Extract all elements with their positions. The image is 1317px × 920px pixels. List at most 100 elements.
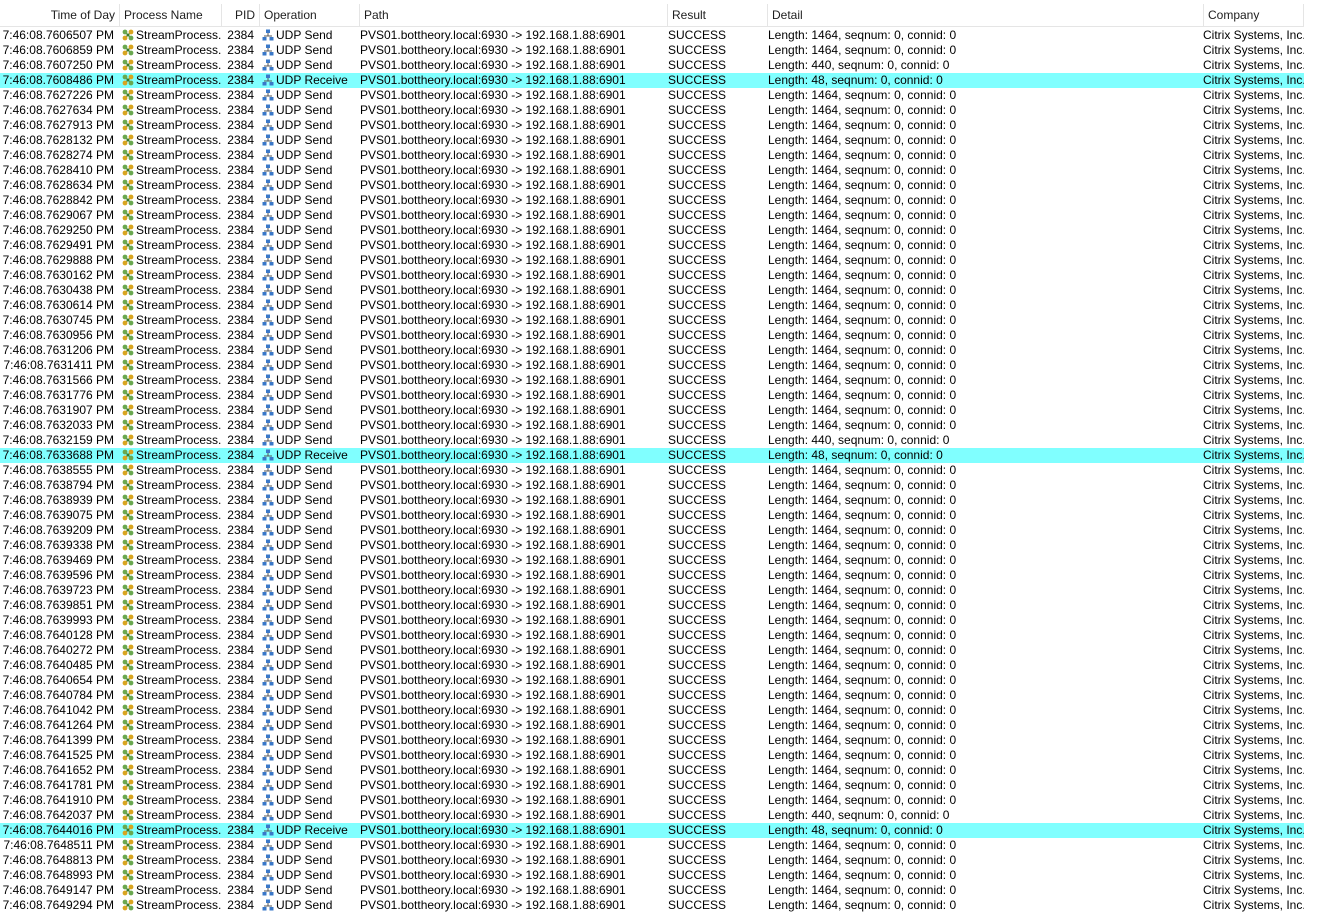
event-list[interactable]: 7:46:08.7606507 PM StreamProcess.... 238… (0, 28, 1317, 920)
detail-cell: Length: 1464, seqnum: 0, connid: 0 (768, 238, 957, 252)
column-header-time[interactable]: Time of Day (0, 4, 120, 26)
table-row[interactable]: 7:46:08.7630438 PM StreamProcess.... 238… (0, 283, 1304, 298)
process-name: StreamProcess.... (136, 253, 222, 267)
table-row[interactable]: 7:46:08.7639993 PM StreamProcess.... 238… (0, 613, 1304, 628)
table-row[interactable]: 7:46:08.7629250 PM StreamProcess.... 238… (0, 223, 1304, 238)
table-row[interactable]: 7:46:08.7606507 PM StreamProcess.... 238… (0, 28, 1304, 43)
table-row[interactable]: 7:46:08.7640485 PM StreamProcess.... 238… (0, 658, 1304, 673)
result-cell: SUCCESS (668, 253, 727, 267)
table-row[interactable]: 7:46:08.7633688 PM StreamProcess.... 238… (0, 448, 1304, 463)
table-row[interactable]: 7:46:08.7641042 PM StreamProcess.... 238… (0, 703, 1304, 718)
table-row[interactable]: 7:46:08.7639851 PM StreamProcess.... 238… (0, 598, 1304, 613)
operation-cell: UDP Send (260, 298, 360, 313)
table-row[interactable]: 7:46:08.7631566 PM StreamProcess.... 238… (0, 373, 1304, 388)
table-row[interactable]: 7:46:08.7628132 PM StreamProcess.... 238… (0, 133, 1304, 148)
table-row[interactable]: 7:46:08.7632159 PM StreamProcess.... 238… (0, 433, 1304, 448)
table-row[interactable]: 7:46:08.7631206 PM StreamProcess.... 238… (0, 343, 1304, 358)
table-row[interactable]: 7:46:08.7642037 PM StreamProcess.... 238… (0, 808, 1304, 823)
table-row[interactable]: 7:46:08.7641910 PM StreamProcess.... 238… (0, 793, 1304, 808)
network-icon (262, 704, 274, 716)
table-row[interactable]: 7:46:08.7628410 PM StreamProcess.... 238… (0, 163, 1304, 178)
result-cell: SUCCESS (668, 598, 727, 612)
table-row[interactable]: 7:46:08.7649147 PM StreamProcess.... 238… (0, 883, 1304, 898)
table-row[interactable]: 7:46:08.7631776 PM StreamProcess.... 238… (0, 388, 1304, 403)
table-row[interactable]: 7:46:08.7627634 PM StreamProcess.... 238… (0, 103, 1304, 118)
table-row[interactable]: 7:46:08.7641525 PM StreamProcess.... 238… (0, 748, 1304, 763)
table-row[interactable]: 7:46:08.7640784 PM StreamProcess.... 238… (0, 688, 1304, 703)
table-row[interactable]: 7:46:08.7640654 PM StreamProcess.... 238… (0, 673, 1304, 688)
table-row[interactable]: 7:46:08.7644016 PM StreamProcess.... 238… (0, 823, 1304, 838)
vertical-scrollbar[interactable] (1304, 4, 1317, 920)
network-icon (262, 689, 274, 701)
column-header-company[interactable]: Company (1204, 4, 1304, 26)
table-row[interactable]: 7:46:08.7641264 PM StreamProcess.... 238… (0, 718, 1304, 733)
table-row[interactable]: 7:46:08.7629888 PM StreamProcess.... 238… (0, 253, 1304, 268)
table-row[interactable]: 7:46:08.7627913 PM StreamProcess.... 238… (0, 118, 1304, 133)
table-row[interactable]: 7:46:08.7639075 PM StreamProcess.... 238… (0, 508, 1304, 523)
time-cell: 7:46:08.7639075 PM (2, 508, 114, 522)
table-row[interactable]: 7:46:08.7631907 PM StreamProcess.... 238… (0, 403, 1304, 418)
result-cell: SUCCESS (668, 793, 727, 807)
table-row[interactable]: 7:46:08.7629491 PM StreamProcess.... 238… (0, 238, 1304, 253)
operation-name: UDP Send (276, 418, 333, 432)
table-row[interactable]: 7:46:08.7640128 PM StreamProcess.... 238… (0, 628, 1304, 643)
table-row[interactable]: 7:46:08.7630745 PM StreamProcess.... 238… (0, 313, 1304, 328)
process-cell: StreamProcess.... (120, 493, 222, 508)
process-name: StreamProcess.... (136, 898, 222, 912)
table-row[interactable]: 7:46:08.7638794 PM StreamProcess.... 238… (0, 478, 1304, 493)
pid-cell: 2384 (227, 403, 254, 417)
table-row[interactable]: 7:46:08.7648511 PM StreamProcess.... 238… (0, 838, 1304, 853)
operation-name: UDP Send (276, 268, 333, 282)
process-name: StreamProcess.... (136, 853, 222, 867)
process-name: StreamProcess.... (136, 298, 222, 312)
company-cell: Citrix Systems, Inc. (1203, 388, 1304, 402)
table-row[interactable]: 7:46:08.7608486 PM StreamProcess.... 238… (0, 73, 1304, 88)
table-row[interactable]: 7:46:08.7630956 PM StreamProcess.... 238… (0, 328, 1304, 343)
table-row[interactable]: 7:46:08.7632033 PM StreamProcess.... 238… (0, 418, 1304, 433)
column-header-pid[interactable]: PID (222, 4, 260, 26)
table-row[interactable]: 7:46:08.7639596 PM StreamProcess.... 238… (0, 568, 1304, 583)
table-row[interactable]: 7:46:08.7641652 PM StreamProcess.... 238… (0, 763, 1304, 778)
table-row[interactable]: 7:46:08.7641781 PM StreamProcess.... 238… (0, 778, 1304, 793)
time-cell: 7:46:08.7628842 PM (2, 193, 114, 207)
table-row[interactable]: 7:46:08.7630162 PM StreamProcess.... 238… (0, 268, 1304, 283)
network-icon (262, 659, 274, 671)
time-cell: 7:46:08.7649294 PM (2, 898, 114, 912)
table-row[interactable]: 7:46:08.7628634 PM StreamProcess.... 238… (0, 178, 1304, 193)
table-row[interactable]: 7:46:08.7638939 PM StreamProcess.... 238… (0, 493, 1304, 508)
table-row[interactable]: 7:46:08.7606859 PM StreamProcess.... 238… (0, 43, 1304, 58)
table-row[interactable]: 7:46:08.7639209 PM StreamProcess.... 238… (0, 523, 1304, 538)
table-row[interactable]: 7:46:08.7628842 PM StreamProcess.... 238… (0, 193, 1304, 208)
operation-name: UDP Send (276, 583, 333, 597)
table-row[interactable]: 7:46:08.7638555 PM StreamProcess.... 238… (0, 463, 1304, 478)
pid-cell: 2384 (227, 523, 254, 537)
column-header-operation[interactable]: Operation (260, 4, 360, 26)
path-cell: PVS01.bottheory.local:6930 -> 192.168.1.… (360, 853, 626, 867)
table-row[interactable]: 7:46:08.7639338 PM StreamProcess.... 238… (0, 538, 1304, 553)
table-row[interactable]: 7:46:08.7630614 PM StreamProcess.... 238… (0, 298, 1304, 313)
table-row[interactable]: 7:46:08.7641399 PM StreamProcess.... 238… (0, 733, 1304, 748)
table-row[interactable]: 7:46:08.7627226 PM StreamProcess.... 238… (0, 88, 1304, 103)
process-cell: StreamProcess.... (120, 853, 222, 868)
table-row[interactable]: 7:46:08.7631411 PM StreamProcess.... 238… (0, 358, 1304, 373)
company-cell: Citrix Systems, Inc. (1203, 313, 1304, 327)
path-cell: PVS01.bottheory.local:6930 -> 192.168.1.… (360, 373, 626, 387)
column-header-path[interactable]: Path (360, 4, 668, 26)
result-cell: SUCCESS (668, 28, 727, 42)
table-row[interactable]: 7:46:08.7639469 PM StreamProcess.... 238… (0, 553, 1304, 568)
operation-cell: UDP Send (260, 838, 360, 853)
table-row[interactable]: 7:46:08.7639723 PM StreamProcess.... 238… (0, 583, 1304, 598)
table-row[interactable]: 7:46:08.7607250 PM StreamProcess.... 238… (0, 58, 1304, 73)
column-header-result[interactable]: Result (668, 4, 768, 26)
process-name: StreamProcess.... (136, 148, 222, 162)
time-cell: 7:46:08.7639723 PM (2, 583, 114, 597)
table-row[interactable]: 7:46:08.7628274 PM StreamProcess.... 238… (0, 148, 1304, 163)
table-row[interactable]: 7:46:08.7648813 PM StreamProcess.... 238… (0, 853, 1304, 868)
column-header-detail[interactable]: Detail (768, 4, 1204, 26)
pid-cell: 2384 (227, 838, 254, 852)
table-row[interactable]: 7:46:08.7649294 PM StreamProcess.... 238… (0, 898, 1304, 913)
column-header-process[interactable]: Process Name (120, 4, 222, 26)
table-row[interactable]: 7:46:08.7640272 PM StreamProcess.... 238… (0, 643, 1304, 658)
table-row[interactable]: 7:46:08.7629067 PM StreamProcess.... 238… (0, 208, 1304, 223)
table-row[interactable]: 7:46:08.7648993 PM StreamProcess.... 238… (0, 868, 1304, 883)
